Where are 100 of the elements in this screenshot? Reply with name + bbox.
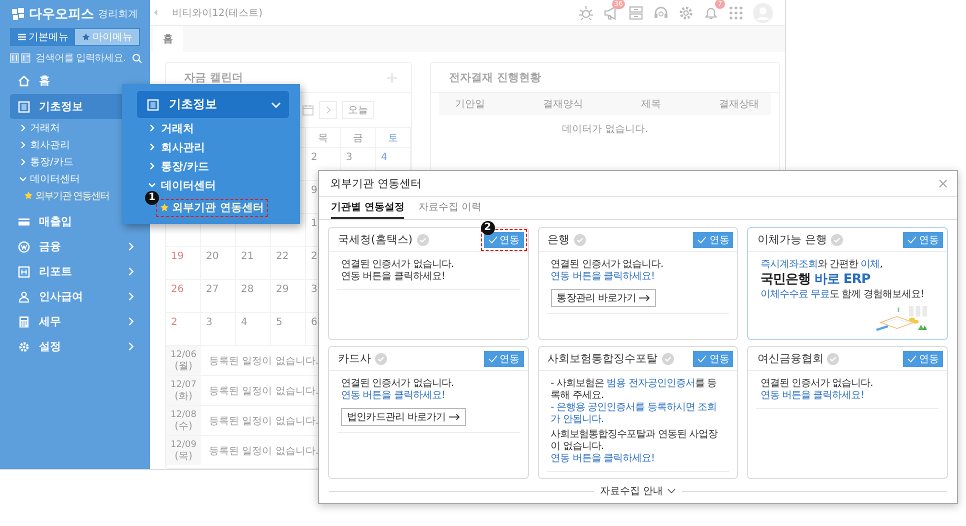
shortcut-button[interactable]: 법인카드관리 바로가기 — [341, 408, 466, 426]
company-name: 비티와이12(테스트) — [172, 6, 263, 20]
schedule-text: 등록된 일정이 없습니다. — [209, 384, 319, 398]
submenu-item[interactable]: 거래처 — [149, 119, 194, 137]
dialog-title: 외부기관 연동센터 — [330, 176, 422, 191]
calendar-date[interactable]: 21 — [241, 251, 254, 262]
card-title: 전자결재 진행현황 — [449, 70, 541, 85]
connect-button[interactable]: 연동 — [484, 350, 524, 366]
submenu-item[interactable]: 외부기관 연동센터 — [157, 200, 267, 216]
step-marker: 2 — [480, 221, 495, 235]
apps-icon[interactable] — [728, 4, 744, 20]
connect-button[interactable]: 연동 — [693, 232, 734, 248]
connect-button[interactable]: 연동 — [903, 350, 943, 366]
server-icon[interactable] — [628, 4, 644, 20]
shortcut-button[interactable]: 통장관리 바로가기 — [550, 289, 656, 307]
search-icon[interactable] — [132, 52, 142, 64]
info-toggle[interactable]: 자료수집 안내 — [600, 484, 676, 498]
menu-item[interactable]: 설정 — [10, 334, 150, 359]
collapse-icon[interactable] — [154, 9, 158, 16]
sort-icon[interactable] — [21, 53, 31, 63]
sort-icon[interactable] — [10, 53, 20, 63]
star-icon — [24, 191, 33, 200]
weekday-label: 금 — [353, 132, 363, 144]
calendar-date[interactable]: 3 — [346, 152, 352, 163]
card-title: 자금 캘린더 — [184, 70, 243, 85]
page-tab[interactable]: 홈 — [153, 26, 183, 52]
menu-item[interactable]: 금융 — [10, 234, 150, 259]
calendar-date[interactable]: 6 — [311, 317, 318, 328]
settings-icon[interactable] — [678, 4, 694, 20]
card-text: - 사회보험은 범용 전자공인인증서를 등록해 주세요. — [550, 378, 718, 402]
check-icon — [697, 354, 708, 362]
calendar-date[interactable]: 20 — [206, 251, 219, 262]
calendar-date[interactable]: 19 — [171, 251, 184, 262]
calendar-date[interactable]: 4 — [381, 152, 388, 163]
calendar-date[interactable]: 22 — [276, 251, 289, 262]
card-text: 연동 버튼을 클릭하세요! — [550, 453, 656, 465]
column-header: 제목 — [641, 98, 661, 111]
card-title: 카드사 — [338, 351, 371, 366]
arrow-right-icon — [639, 294, 650, 302]
schedule-date: 12/07 — [170, 380, 196, 390]
settings-icon — [18, 340, 30, 352]
headset-icon[interactable] — [653, 4, 669, 20]
calendar-date[interactable]: 5 — [276, 317, 282, 328]
calendar-date[interactable]: 26 — [171, 284, 184, 295]
submenu-item[interactable]: 통장/카드 — [149, 157, 210, 175]
menu-tab[interactable]: 기본메뉴 — [11, 29, 75, 45]
submenu-item[interactable]: 회사관리 — [0, 136, 150, 153]
card-text: 연결된 인증서가 없습니다. — [760, 378, 874, 390]
menu-item[interactable]: 매출입 — [10, 209, 150, 234]
flyout-header[interactable]: 기초정보 — [137, 91, 289, 118]
submenu-item[interactable]: 데이터센터 — [149, 176, 216, 194]
calendar-date[interactable]: 1 — [311, 218, 318, 229]
caret-icon — [148, 182, 156, 188]
calendar-date[interactable]: 2 — [311, 251, 318, 262]
search-field[interactable]: 검색어를 입력하세요. — [36, 52, 130, 64]
menu-item[interactable]: 리포트 — [10, 259, 150, 284]
card-text: 즉시계좌조회와 간편한 이체, — [760, 259, 884, 271]
card-text: 연결된 인증서가 없습니다. — [341, 259, 455, 271]
close-button[interactable]: × — [937, 176, 949, 192]
calendar-date[interactable]: 9 — [311, 185, 318, 196]
calendar-date[interactable]: 27 — [206, 284, 219, 295]
weekday-label: 토 — [388, 132, 398, 144]
star-icon — [82, 33, 90, 41]
calendar-date[interactable]: 28 — [241, 284, 254, 295]
schedule-text: 등록된 일정이 없습니다. — [209, 354, 319, 368]
app-subtitle: 경리회계 — [98, 8, 138, 21]
calendar-icon[interactable] — [302, 104, 314, 116]
calendar-date[interactable]: 3 — [206, 317, 212, 328]
next-button[interactable] — [319, 101, 337, 119]
connect-button[interactable]: 연동 — [903, 232, 943, 248]
add-icon[interactable] — [387, 72, 397, 82]
dialog-tab[interactable]: 자료수집 이력 — [418, 197, 482, 219]
list-icon — [18, 33, 26, 41]
calendar-date[interactable]: 29 — [276, 284, 289, 295]
home-icon — [18, 74, 30, 86]
calendar-date[interactable]: 2 — [311, 152, 318, 163]
submenu-item[interactable]: 통장/카드 — [0, 153, 150, 170]
menu-item[interactable]: 인사급여 — [10, 284, 150, 309]
card-text: 이체수수료 무료도 함께 경험해보세요! — [760, 289, 925, 301]
menu-item[interactable]: 홈 — [10, 68, 150, 93]
card-text: - 은행용 공인인증서를 등록하시면 조회가 안됩니다. — [550, 402, 718, 426]
connect-button[interactable]: 연동 — [484, 232, 524, 248]
card-text: 연동 버튼을 클릭하세요! — [341, 390, 446, 402]
dialog-tab[interactable]: 기관별 연동설정 — [331, 197, 404, 219]
submenu-item[interactable]: 데이터센터 — [0, 170, 150, 187]
chevron-right-icon — [128, 342, 134, 351]
card-title: 이체가능 은행 — [757, 232, 827, 247]
menu-tab[interactable]: 마이메뉴 — [75, 29, 139, 45]
caret-icon — [20, 140, 26, 148]
star-icon — [160, 203, 169, 212]
calendar-date[interactable]: 2 — [171, 317, 178, 328]
today-button[interactable]: 오늘 — [342, 101, 374, 119]
calendar-date[interactable]: 3 — [311, 284, 318, 295]
calendar-date[interactable]: 4 — [241, 317, 248, 328]
connect-button[interactable]: 연동 — [693, 350, 734, 366]
schedule-weekday: (월) — [174, 360, 192, 372]
submenu-item[interactable]: 회사관리 — [149, 138, 205, 156]
submenu-item[interactable]: 거래처 — [0, 119, 150, 136]
menu-item[interactable]: 세무 — [10, 309, 150, 334]
card-text: 연동 버튼을 클릭하세요! — [550, 271, 656, 283]
